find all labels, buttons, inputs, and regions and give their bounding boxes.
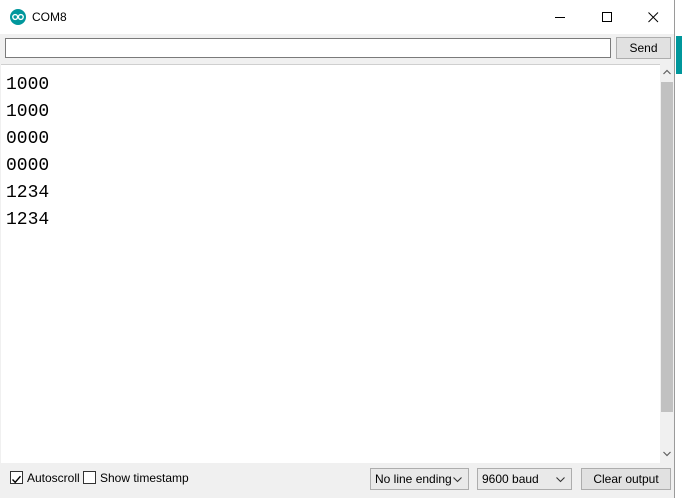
output-line: 1000 (6, 75, 50, 95)
output-line: 0000 (6, 129, 50, 149)
clear-output-button[interactable]: Clear output (581, 468, 671, 490)
output-lines: 1000 1000 0000 0000 1234 1234 (6, 72, 49, 234)
baud-rate-value: 9600 baud (482, 472, 539, 486)
minimize-button[interactable] (537, 0, 583, 34)
close-icon (648, 12, 659, 23)
chevron-up-icon (663, 69, 671, 75)
scrollbar-thumb[interactable] (661, 82, 673, 412)
output-line: 1234 (6, 210, 50, 230)
line-ending-select[interactable]: No line ending (370, 468, 469, 490)
minimize-icon (555, 17, 565, 18)
send-button[interactable]: Send (616, 37, 671, 59)
arduino-icon (10, 9, 26, 25)
title-bar: COM8 (0, 0, 674, 34)
scroll-down-button[interactable] (660, 445, 674, 462)
background-accent (676, 36, 682, 74)
output-line: 0000 (6, 156, 50, 176)
line-ending-value: No line ending (375, 472, 452, 486)
baud-rate-select[interactable]: 9600 baud (477, 468, 572, 490)
autoscroll-checkbox[interactable] (10, 471, 23, 484)
serial-monitor-window: COM8 Send 1000 1000 0000 0000 1234 1234 (0, 0, 675, 498)
output-line: 1234 (6, 183, 50, 203)
chevron-down-icon (556, 477, 565, 483)
show-timestamp-label: Show timestamp (100, 471, 189, 485)
window-title: COM8 (32, 10, 67, 24)
show-timestamp-checkbox[interactable] (83, 471, 96, 484)
send-input[interactable] (5, 38, 611, 58)
autoscroll-label: Autoscroll (27, 471, 80, 485)
close-button[interactable] (630, 0, 676, 34)
maximize-icon (602, 12, 612, 22)
maximize-button[interactable] (584, 0, 630, 34)
output-line: 1000 (6, 102, 50, 122)
checkmark-icon (11, 475, 22, 484)
serial-output-area[interactable]: 1000 1000 0000 0000 1234 1234 (1, 64, 660, 463)
background-window-edge (675, 0, 682, 498)
chevron-down-icon (663, 451, 671, 457)
vertical-scrollbar[interactable] (660, 64, 674, 462)
scroll-up-button[interactable] (660, 64, 674, 81)
chevron-down-icon (453, 477, 462, 483)
